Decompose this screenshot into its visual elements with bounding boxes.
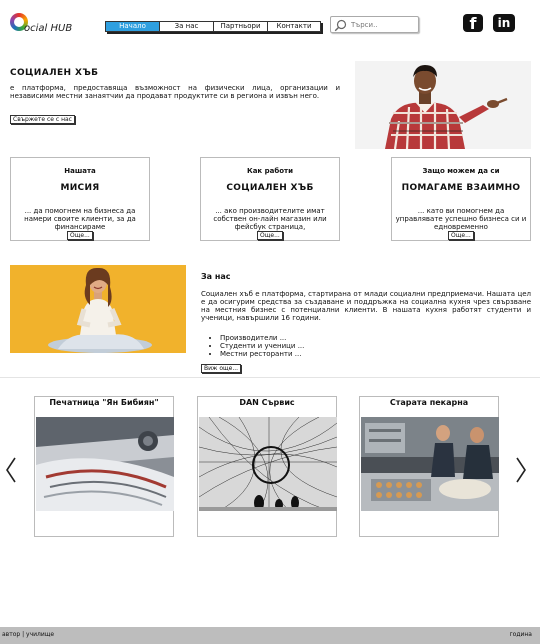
nav-item-partners[interactable]: Партньори	[214, 22, 268, 31]
partner-card-printing[interactable]: Печатница "Ян Бибиян"	[34, 396, 174, 537]
footer-author: автор | училище	[2, 631, 55, 638]
search-icon[interactable]	[334, 19, 347, 32]
partner-image-printing	[36, 417, 174, 511]
feature-more-button[interactable]: Още...	[67, 231, 93, 240]
partner-title: Печатница "Ян Бибиян"	[49, 398, 159, 407]
search-box	[330, 16, 419, 33]
feature-more-button[interactable]: Още...	[257, 231, 283, 240]
about-title: За нас	[201, 272, 231, 281]
list-item: Местни ресторанти ...	[220, 350, 304, 358]
feature-pretitle: Защо можем да си	[422, 167, 500, 175]
logo[interactable]: ocial HUB	[10, 13, 82, 39]
partner-card-service[interactable]: DAN Сървис	[197, 396, 337, 537]
partner-image-bakery	[361, 417, 499, 511]
feature-title: ПОМАГАМЕ ВЗАИМНО	[401, 183, 521, 193]
facebook-icon[interactable]: f	[463, 14, 483, 33]
hero-image	[355, 61, 531, 149]
feature-pretitle: Нашата	[64, 167, 96, 175]
feature-more-button[interactable]: Още...	[448, 231, 474, 240]
chevron-right-icon[interactable]	[514, 455, 528, 485]
contact-us-button[interactable]: Свържете се с нас	[10, 115, 75, 124]
feature-title: МИСИЯ	[60, 183, 100, 193]
hero-text: е платформа, предоставяща възможност на …	[10, 84, 340, 100]
search-input[interactable]	[351, 19, 415, 31]
list-item: Студенти и ученици ...	[220, 342, 304, 350]
section-divider	[0, 377, 540, 378]
footer-year: година	[509, 631, 532, 638]
feature-card-mission: Нашата МИСИЯ ... да помогнем на бизнеса …	[10, 157, 150, 241]
footer: автор | училище година	[0, 627, 540, 644]
logo-text: ocial HUB	[24, 23, 73, 34]
feature-description: ... ако производителите имат собствен он…	[213, 207, 327, 231]
see-more-button[interactable]: Виж още...	[201, 364, 242, 373]
feature-card-how-it-works: Как работи СОЦИАЛЕН ХЪБ ... ако производ…	[200, 157, 340, 241]
feature-description: ... като ви помогнем да управлявате успе…	[395, 207, 527, 231]
feature-pretitle: Как работи	[246, 167, 294, 175]
chevron-left-icon[interactable]	[4, 455, 18, 485]
main-nav: Начало За нас Партньори Контакти	[105, 21, 321, 32]
list-item: Производители ...	[220, 334, 304, 342]
partner-title: Старата пекарна	[389, 398, 469, 407]
partner-title: DAN Сървис	[239, 398, 295, 407]
hero-title: СОЦИАЛЕН ХЪБ	[10, 68, 99, 78]
nav-item-about[interactable]: За нас	[160, 22, 214, 31]
about-list: Производители ... Студенти и ученици ...…	[210, 334, 304, 358]
about-text: Социален хъб е платформа, стартирана от …	[201, 290, 531, 322]
about-image	[10, 265, 186, 353]
nav-item-contacts[interactable]: Контакти	[268, 22, 320, 31]
feature-title: СОЦИАЛЕН ХЪБ	[226, 183, 314, 193]
partner-card-bakery[interactable]: Старата пекарна	[359, 396, 499, 537]
nav-item-home[interactable]: Начало	[106, 22, 160, 31]
feature-description: ... да помогнем на бизнеса да намери сво…	[24, 207, 136, 231]
feature-card-why: Защо можем да си ПОМАГАМЕ ВЗАИМНО ... ка…	[391, 157, 531, 241]
linkedin-icon[interactable]: in	[493, 14, 515, 32]
partner-image-service	[199, 417, 337, 511]
